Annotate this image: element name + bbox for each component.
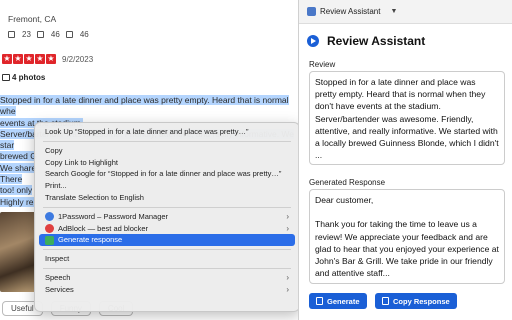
review-line: Stopped in for a late dinner and place w… [0,95,289,117]
star-icon: ★ [13,54,23,64]
reviews-count: 46 [50,30,60,39]
review-textarea[interactable]: Stopped in for a late dinner and place w… [309,71,505,165]
menu-separator [43,140,291,142]
menu-item-label: Copy [45,145,63,155]
panel-title: Review Assistant [327,34,426,48]
menu-separator [43,206,291,208]
menu-item[interactable]: Translate Selection to English [39,192,295,204]
extension-name: Review Assistant [320,7,381,16]
menu-item-label: Print... [45,181,67,191]
menu-item[interactable]: Copy Link to Highlight [39,157,295,169]
generate-icon [316,297,323,305]
rating-row: ★ ★ ★ ★ ★ 9/2/2023 [2,54,93,64]
chevron-down-icon: ▼ [390,8,398,15]
photos-link[interactable]: 4 photos [2,73,45,82]
generate-icon [45,235,54,245]
chevron-right-icon: › [286,223,289,233]
friends-icon [8,31,15,38]
reviewer-stats: 23 46 46 [8,30,89,39]
generate-button[interactable]: Generate [309,293,367,309]
menu-item[interactable]: Speech › [39,272,295,284]
play-icon [307,35,319,47]
extension-icon [307,7,316,16]
review-line: We share [0,162,37,173]
generated-response-label: Generated Response [309,178,386,187]
copy-response-button[interactable]: Copy Response [375,293,457,309]
menu-item-label: 1Password – Password Manager [58,211,169,221]
star-icon: ★ [46,54,56,64]
chevron-right-icon: › [286,211,289,221]
menu-item-label: Services [45,284,74,294]
menu-item[interactable]: AdBlock — best ad blocker › [39,223,295,235]
menu-item[interactable]: Copy [39,145,295,157]
menu-item[interactable]: Generate response [39,234,295,247]
chevron-right-icon: › [286,284,289,294]
menu-item-label: Speech [45,272,71,282]
1password-icon [45,212,54,222]
photos-count: 46 [79,30,89,39]
reviewer-location: Fremont, CA [8,14,57,24]
star-icon: ★ [2,54,12,64]
menu-item-label: Copy Link to Highlight [45,157,118,167]
panel-title-row: Review Assistant [307,34,425,48]
menu-item[interactable]: Search Google for “Stopped in for a late… [39,168,295,180]
extension-selector[interactable]: Review Assistant ▼ [307,7,397,16]
review-line: There [0,174,23,185]
menu-item-label: Search Google for “Stopped in for a late… [45,169,282,179]
star-icon: ★ [24,54,34,64]
star-rating: ★ ★ ★ ★ ★ [2,54,56,64]
review-line: brewed G [0,151,37,162]
menu-item[interactable]: Look Up “Stopped in for a late dinner an… [39,126,295,138]
menu-item-label: Translate Selection to English [45,192,144,202]
review-date: 9/2/2023 [62,54,94,64]
review-assistant-panel: Review Assistant ▼ Review Assistant Revi… [298,0,512,320]
menu-item[interactable]: Services › [39,284,295,296]
copy-response-label: Copy Response [393,296,450,306]
menu-item[interactable]: Inspect [39,253,295,265]
reviews-icon [36,31,44,38]
menu-item-label: Look Up “Stopped in for a late dinner an… [45,127,249,136]
menu-item-label: AdBlock — best ad blocker [58,223,149,233]
menu-item[interactable]: 1Password – Password Manager › [39,211,295,223]
review-photo[interactable] [0,212,36,292]
chevron-right-icon: › [286,272,289,282]
adblock-icon [45,223,54,233]
copy-icon [382,297,389,305]
generated-response-textarea[interactable]: Dear customer, Thank you for taking the … [309,189,505,284]
menu-item-label: Generate response [58,235,123,245]
review-line: too! only [0,185,33,196]
menu-separator [43,267,291,269]
friends-count: 23 [22,30,31,39]
menu-item[interactable]: Print... [39,180,295,192]
context-menu: Look Up “Stopped in for a late dinner an… [34,122,300,312]
side-panel-header: Review Assistant ▼ [299,0,512,24]
camera-icon [2,74,10,81]
review-line: Highly re [0,196,34,207]
menu-separator [43,249,291,251]
generate-button-label: Generate [327,296,360,306]
photos-icon [65,31,73,38]
review-label: Review [309,60,336,69]
photos-label: 4 photos [12,73,46,82]
star-icon: ★ [35,54,45,64]
menu-item-label: Inspect [45,254,70,264]
